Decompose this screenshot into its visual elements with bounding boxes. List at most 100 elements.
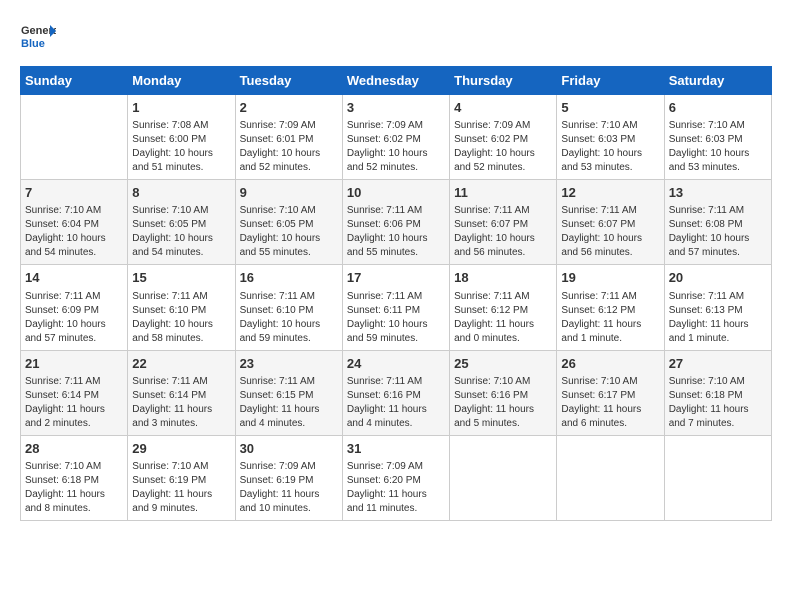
day-header-tuesday: Tuesday — [235, 67, 342, 95]
day-number: 6 — [669, 99, 767, 117]
day-info: Sunrise: 7:11 AM Sunset: 6:13 PM Dayligh… — [669, 290, 767, 346]
calendar-table: SundayMondayTuesdayWednesdayThursdayFrid… — [20, 66, 772, 521]
day-header-saturday: Saturday — [664, 67, 771, 95]
day-header-wednesday: Wednesday — [342, 67, 449, 95]
day-number: 20 — [669, 269, 767, 287]
day-number: 14 — [25, 269, 123, 287]
day-info: Sunrise: 7:10 AM Sunset: 6:03 PM Dayligh… — [669, 119, 767, 175]
day-info: Sunrise: 7:08 AM Sunset: 6:00 PM Dayligh… — [132, 119, 230, 175]
day-number: 28 — [25, 440, 123, 458]
day-number: 19 — [561, 269, 659, 287]
logo: General Blue — [20, 20, 56, 56]
calendar-cell: 25 Sunrise: 7:10 AM Sunset: 6:16 PM Dayli… — [450, 350, 557, 435]
day-number: 1 — [132, 99, 230, 117]
calendar-cell: 18 Sunrise: 7:11 AM Sunset: 6:12 PM Dayli… — [450, 265, 557, 350]
day-number: 10 — [347, 184, 445, 202]
day-number: 16 — [240, 269, 338, 287]
day-info: Sunrise: 7:11 AM Sunset: 6:14 PM Dayligh… — [132, 375, 230, 431]
day-info: Sunrise: 7:10 AM Sunset: 6:17 PM Dayligh… — [561, 375, 659, 431]
day-number: 8 — [132, 184, 230, 202]
calendar-cell: 21 Sunrise: 7:11 AM Sunset: 6:14 PM Dayli… — [21, 350, 128, 435]
calendar-cell: 26 Sunrise: 7:10 AM Sunset: 6:17 PM Dayli… — [557, 350, 664, 435]
day-info: Sunrise: 7:10 AM Sunset: 6:05 PM Dayligh… — [240, 204, 338, 260]
calendar-cell: 8 Sunrise: 7:10 AM Sunset: 6:05 PM Daylig… — [128, 180, 235, 265]
calendar-cell: 29 Sunrise: 7:10 AM Sunset: 6:19 PM Dayli… — [128, 435, 235, 520]
svg-text:Blue: Blue — [21, 38, 45, 50]
day-number: 17 — [347, 269, 445, 287]
calendar-cell: 4Sunrise: 7:09 AM Sunset: 6:02 PM Daylig… — [450, 95, 557, 180]
calendar-cell: 3 Sunrise: 7:09 AM Sunset: 6:02 PM Daylig… — [342, 95, 449, 180]
calendar-cell: 30 Sunrise: 7:09 AM Sunset: 6:19 PM Dayli… — [235, 435, 342, 520]
calendar-cell: 2Sunrise: 7:09 AM Sunset: 6:01 PM Daylig… — [235, 95, 342, 180]
calendar-cell: 7Sunrise: 7:10 AM Sunset: 6:04 PM Daylig… — [21, 180, 128, 265]
day-info: Sunrise: 7:11 AM Sunset: 6:14 PM Dayligh… — [25, 375, 123, 431]
day-info: Sunrise: 7:11 AM Sunset: 6:12 PM Dayligh… — [561, 290, 659, 346]
day-info: Sunrise: 7:10 AM Sunset: 6:18 PM Dayligh… — [25, 460, 123, 516]
day-info: Sunrise: 7:10 AM Sunset: 6:04 PM Dayligh… — [25, 204, 123, 260]
day-number: 25 — [454, 355, 552, 373]
week-row: 7Sunrise: 7:10 AM Sunset: 6:04 PM Daylig… — [21, 180, 772, 265]
day-info: Sunrise: 7:11 AM Sunset: 6:06 PM Dayligh… — [347, 204, 445, 260]
day-number: 3 — [347, 99, 445, 117]
calendar-cell: 12 Sunrise: 7:11 AM Sunset: 6:07 PM Dayli… — [557, 180, 664, 265]
day-number: 9 — [240, 184, 338, 202]
day-number: 15 — [132, 269, 230, 287]
calendar-cell: 9 Sunrise: 7:10 AM Sunset: 6:05 PM Daylig… — [235, 180, 342, 265]
day-info: Sunrise: 7:10 AM Sunset: 6:18 PM Dayligh… — [669, 375, 767, 431]
calendar-cell: 13 Sunrise: 7:11 AM Sunset: 6:08 PM Dayli… — [664, 180, 771, 265]
header: General Blue — [20, 20, 772, 56]
day-info: Sunrise: 7:11 AM Sunset: 6:10 PM Dayligh… — [240, 290, 338, 346]
week-row: 14Sunrise: 7:11 AM Sunset: 6:09 PM Dayli… — [21, 265, 772, 350]
calendar-cell: 22Sunrise: 7:11 AM Sunset: 6:14 PM Dayli… — [128, 350, 235, 435]
calendar-cell: 6 Sunrise: 7:10 AM Sunset: 6:03 PM Daylig… — [664, 95, 771, 180]
calendar-cell — [21, 95, 128, 180]
day-info: Sunrise: 7:11 AM Sunset: 6:16 PM Dayligh… — [347, 375, 445, 431]
calendar-cell: 20 Sunrise: 7:11 AM Sunset: 6:13 PM Dayli… — [664, 265, 771, 350]
day-number: 12 — [561, 184, 659, 202]
calendar-cell: 28 Sunrise: 7:10 AM Sunset: 6:18 PM Dayli… — [21, 435, 128, 520]
day-number: 23 — [240, 355, 338, 373]
day-header-friday: Friday — [557, 67, 664, 95]
day-info: Sunrise: 7:11 AM Sunset: 6:07 PM Dayligh… — [454, 204, 552, 260]
day-number: 2 — [240, 99, 338, 117]
day-info: Sunrise: 7:11 AM Sunset: 6:07 PM Dayligh… — [561, 204, 659, 260]
day-info: Sunrise: 7:09 AM Sunset: 6:02 PM Dayligh… — [347, 119, 445, 175]
day-info: Sunrise: 7:11 AM Sunset: 6:11 PM Dayligh… — [347, 290, 445, 346]
day-number: 26 — [561, 355, 659, 373]
day-number: 21 — [25, 355, 123, 373]
calendar-cell: 1 Sunrise: 7:08 AM Sunset: 6:00 PM Daylig… — [128, 95, 235, 180]
day-info: Sunrise: 7:09 AM Sunset: 6:02 PM Dayligh… — [454, 119, 552, 175]
calendar-header-row: SundayMondayTuesdayWednesdayThursdayFrid… — [21, 67, 772, 95]
calendar-cell: 24 Sunrise: 7:11 AM Sunset: 6:16 PM Dayli… — [342, 350, 449, 435]
calendar-cell: 16 Sunrise: 7:11 AM Sunset: 6:10 PM Dayli… — [235, 265, 342, 350]
logo-svg: General Blue — [20, 20, 56, 56]
day-info: Sunrise: 7:11 AM Sunset: 6:10 PM Dayligh… — [132, 290, 230, 346]
calendar-cell: 17 Sunrise: 7:11 AM Sunset: 6:11 PM Dayli… — [342, 265, 449, 350]
week-row: 1 Sunrise: 7:08 AM Sunset: 6:00 PM Daylig… — [21, 95, 772, 180]
calendar-cell: 14Sunrise: 7:11 AM Sunset: 6:09 PM Dayli… — [21, 265, 128, 350]
day-number: 30 — [240, 440, 338, 458]
day-info: Sunrise: 7:11 AM Sunset: 6:08 PM Dayligh… — [669, 204, 767, 260]
day-number: 29 — [132, 440, 230, 458]
day-info: Sunrise: 7:10 AM Sunset: 6:19 PM Dayligh… — [132, 460, 230, 516]
day-number: 18 — [454, 269, 552, 287]
calendar-cell — [664, 435, 771, 520]
day-info: Sunrise: 7:09 AM Sunset: 6:20 PM Dayligh… — [347, 460, 445, 516]
day-number: 24 — [347, 355, 445, 373]
day-info: Sunrise: 7:11 AM Sunset: 6:12 PM Dayligh… — [454, 290, 552, 346]
day-info: Sunrise: 7:09 AM Sunset: 6:19 PM Dayligh… — [240, 460, 338, 516]
calendar-cell: 19 Sunrise: 7:11 AM Sunset: 6:12 PM Dayli… — [557, 265, 664, 350]
week-row: 21 Sunrise: 7:11 AM Sunset: 6:14 PM Dayli… — [21, 350, 772, 435]
day-number: 31 — [347, 440, 445, 458]
day-info: Sunrise: 7:10 AM Sunset: 6:16 PM Dayligh… — [454, 375, 552, 431]
calendar-cell: 5Sunrise: 7:10 AM Sunset: 6:03 PM Daylig… — [557, 95, 664, 180]
day-header-monday: Monday — [128, 67, 235, 95]
calendar-cell: 15 Sunrise: 7:11 AM Sunset: 6:10 PM Dayli… — [128, 265, 235, 350]
day-info: Sunrise: 7:10 AM Sunset: 6:05 PM Dayligh… — [132, 204, 230, 260]
day-number: 5 — [561, 99, 659, 117]
calendar-cell — [450, 435, 557, 520]
calendar-cell: 27Sunrise: 7:10 AM Sunset: 6:18 PM Dayli… — [664, 350, 771, 435]
calendar-cell: 31 Sunrise: 7:09 AM Sunset: 6:20 PM Dayli… — [342, 435, 449, 520]
day-number: 13 — [669, 184, 767, 202]
week-row: 28 Sunrise: 7:10 AM Sunset: 6:18 PM Dayli… — [21, 435, 772, 520]
